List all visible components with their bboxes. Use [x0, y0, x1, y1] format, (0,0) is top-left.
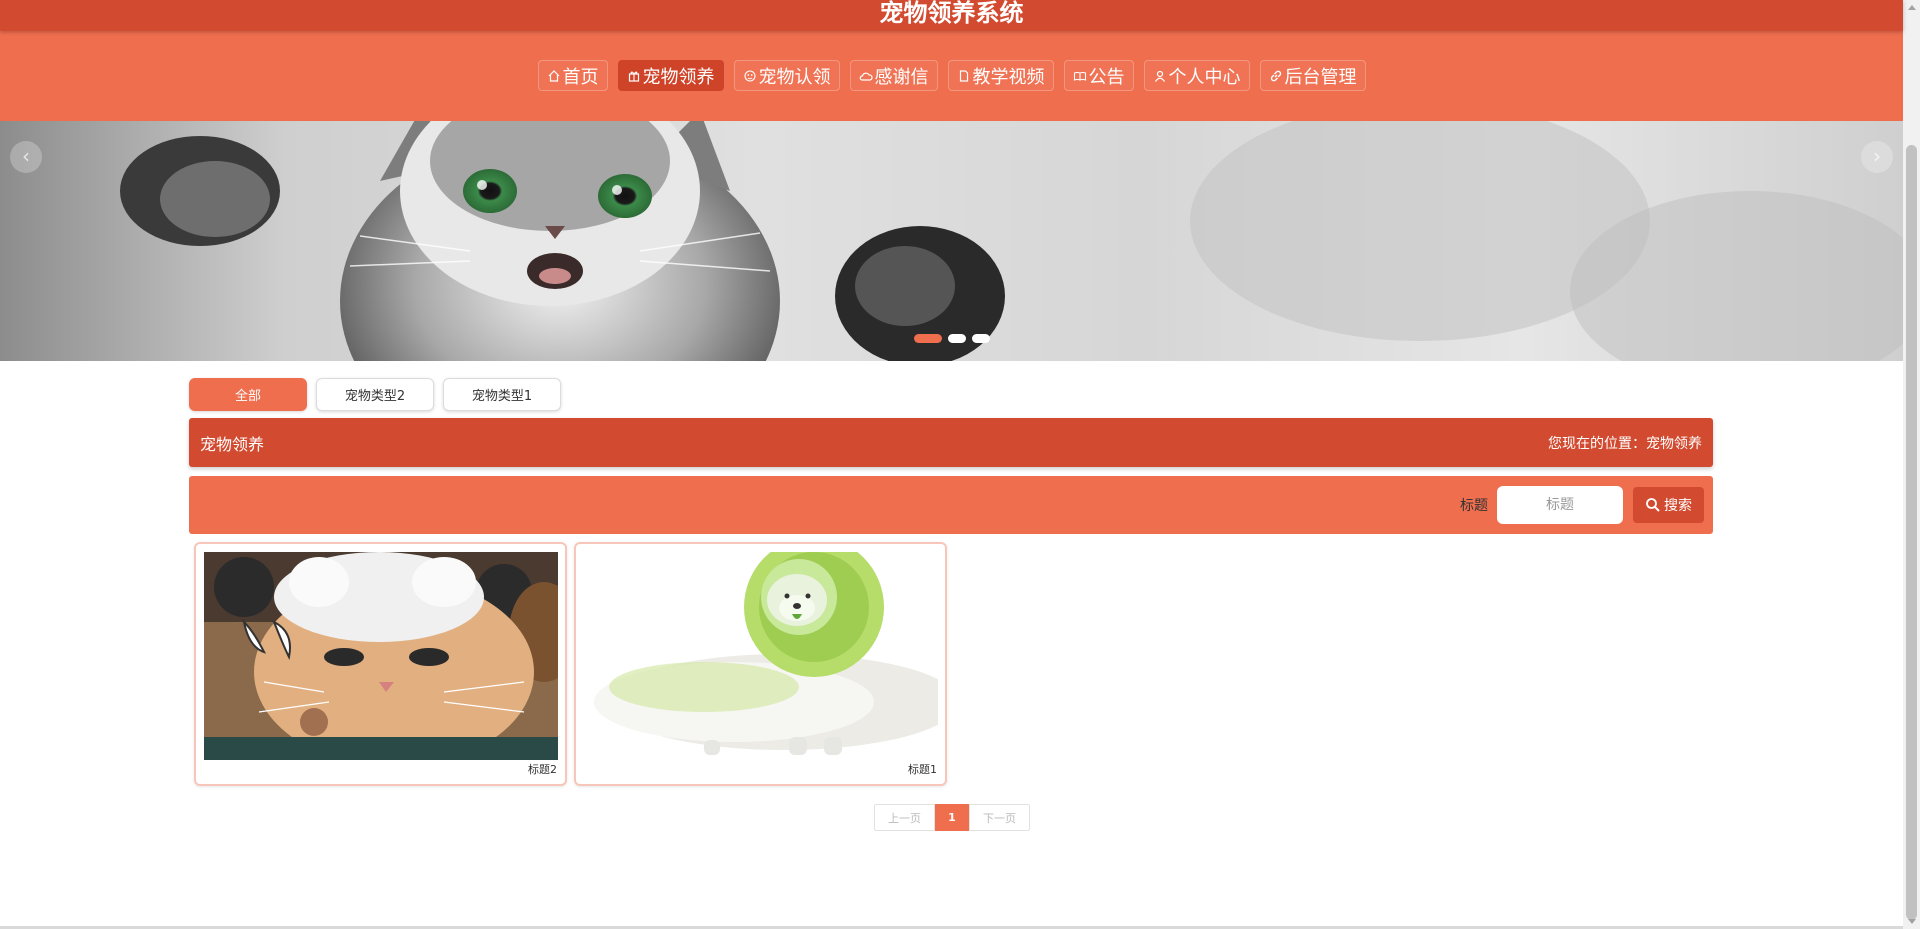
gift-icon: [628, 71, 639, 82]
search-input[interactable]: [1497, 486, 1623, 524]
page: 宠物领养系统 首页 宠物领养 宠物认领 感谢信 教学视频 公告 个人中心 后台管…: [0, 0, 1920, 929]
breadcrumb: 您现在的位置：宠物领养: [1548, 435, 1702, 452]
nav-item-label: 感谢信: [874, 66, 929, 88]
carousel-dot[interactable]: [972, 334, 990, 343]
nav-item-label: 个人中心: [1168, 66, 1241, 88]
paw-icon: [743, 69, 756, 82]
carousel-indicators: [914, 334, 990, 343]
home-icon: [548, 69, 559, 82]
pet-card-list: 标题2 标题1: [194, 542, 947, 786]
nav-item-label: 公告: [1088, 66, 1125, 88]
nav-item-label: 首页: [562, 66, 599, 88]
category-tabs: 全部 宠物类型2 宠物类型1: [189, 378, 561, 411]
search-button[interactable]: 搜索: [1633, 487, 1704, 523]
nav-item-label: 后台管理: [1284, 66, 1357, 88]
cloud-icon: [859, 72, 873, 81]
prev-page-button[interactable]: 上一页: [874, 804, 935, 831]
category-tab-type2[interactable]: 宠物类型2: [316, 378, 434, 411]
next-page-button[interactable]: 下一页: [969, 804, 1030, 831]
nav-item-teaching-video[interactable]: 教学视频: [947, 60, 1054, 91]
nav-item-home[interactable]: 首页: [537, 60, 608, 91]
carousel-dot[interactable]: [948, 334, 966, 343]
nav-bar: 首页 宠物领养 宠物认领 感谢信 教学视频 公告 个人中心 后台管理: [0, 31, 1903, 121]
scrollbar-thumb[interactable]: [1906, 145, 1917, 920]
carousel-dot[interactable]: [914, 334, 942, 343]
nav-item-thank-you-letter[interactable]: 感谢信: [849, 60, 938, 91]
scroll-down-icon[interactable]: [1908, 919, 1916, 924]
pet-image-cat: [204, 552, 558, 760]
section-title: 宠物领养: [200, 434, 265, 454]
pet-card[interactable]: 标题1: [574, 542, 947, 786]
scroll-up-icon[interactable]: [1908, 5, 1916, 10]
nav-item-label: 宠物认领: [758, 66, 831, 88]
banner-image: [120, 121, 1903, 361]
nav-item-pet-adoption[interactable]: 宠物领养: [617, 60, 724, 91]
pet-card-title: 标题2: [528, 763, 557, 776]
nav-item-announcement[interactable]: 公告: [1063, 60, 1134, 91]
nav-item-label: 宠物领养: [642, 66, 715, 88]
pet-card[interactable]: 标题2: [194, 542, 567, 786]
pet-card-title: 标题1: [908, 763, 937, 776]
site-title: 宠物领养系统: [879, 0, 1024, 27]
nav-item-label: 教学视频: [972, 66, 1045, 88]
file-icon: [959, 69, 968, 82]
book-icon: [1073, 71, 1086, 81]
search-bar: 标题 搜索: [189, 476, 1713, 534]
category-tab-type1[interactable]: 宠物类型1: [443, 378, 561, 411]
category-tab-all[interactable]: 全部: [189, 378, 307, 411]
link-icon: [1270, 70, 1281, 81]
section-header: 宠物领养 您现在的位置：宠物领养: [189, 418, 1713, 467]
search-button-label: 搜索: [1664, 498, 1692, 514]
search-icon: [1646, 498, 1660, 512]
title-bar: 宠物领养系统: [0, 0, 1903, 31]
banner-carousel: ‹ ›: [0, 121, 1903, 361]
carousel-prev-button[interactable]: ‹: [10, 141, 42, 173]
page-number-button[interactable]: 1: [935, 804, 969, 831]
nav-item-pet-claim[interactable]: 宠物认领: [733, 60, 840, 91]
user-icon: [1154, 70, 1165, 82]
nav-item-personal-center[interactable]: 个人中心: [1143, 60, 1250, 91]
pet-image-cabbage-dog: [584, 552, 938, 760]
vertical-scrollbar[interactable]: [1903, 0, 1920, 929]
carousel-next-button[interactable]: ›: [1861, 141, 1893, 173]
pagination: 上一页 1 下一页: [874, 804, 1030, 831]
nav-item-admin[interactable]: 后台管理: [1259, 60, 1366, 91]
search-label: 标题: [1460, 498, 1488, 514]
